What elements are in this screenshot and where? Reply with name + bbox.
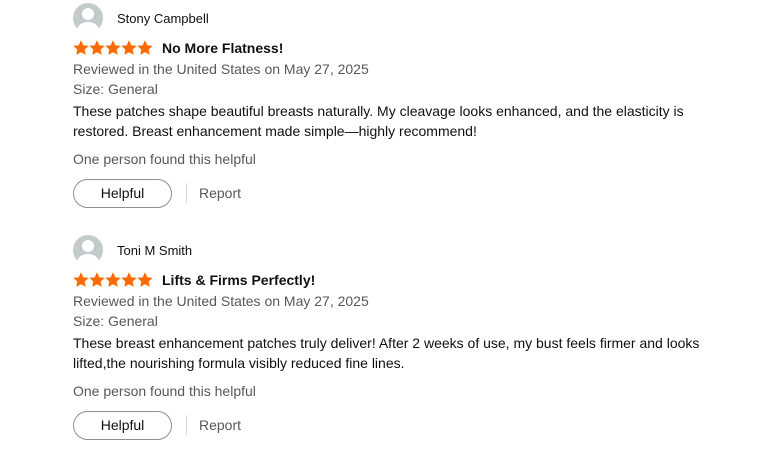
star-icon xyxy=(121,40,137,55)
star-icon xyxy=(89,40,105,55)
review-title-row: No More Flatness! xyxy=(73,39,763,57)
user-avatar-icon xyxy=(73,235,103,265)
star-icon xyxy=(137,272,153,287)
reviewer-profile[interactable]: Stony Campbell xyxy=(73,3,763,33)
star-icon xyxy=(105,272,121,287)
star-icon xyxy=(121,272,137,287)
review-date: Reviewed in the United States on May 27,… xyxy=(73,61,369,77)
star-icon xyxy=(137,40,153,55)
star-icon xyxy=(73,272,89,287)
report-link[interactable]: Report xyxy=(199,417,241,433)
review-item: Toni M Smith Lifts & Firms Perfectly! Re… xyxy=(73,235,763,441)
action-divider xyxy=(186,183,187,203)
star-icon xyxy=(89,272,105,287)
star-icon xyxy=(105,40,121,55)
action-divider xyxy=(186,415,187,435)
review-body: These patches shape beautiful breasts na… xyxy=(73,103,684,139)
review-title-row: Lifts & Firms Perfectly! xyxy=(73,271,763,289)
helpful-button[interactable]: Helpful xyxy=(73,178,172,208)
reviewer-profile[interactable]: Toni M Smith xyxy=(73,235,763,265)
star-rating[interactable] xyxy=(73,40,153,56)
review-title[interactable]: No More Flatness! xyxy=(162,40,283,56)
star-icon xyxy=(73,40,89,55)
helpful-count: One person found this helpful xyxy=(73,151,256,167)
product-variant: Size: General xyxy=(73,313,158,329)
reviewer-name[interactable]: Stony Campbell xyxy=(117,11,209,26)
helpful-button[interactable]: Helpful xyxy=(73,410,172,440)
review-actions: Helpful Report xyxy=(73,177,763,209)
reviewer-name[interactable]: Toni M Smith xyxy=(117,243,192,258)
review-title[interactable]: Lifts & Firms Perfectly! xyxy=(162,272,315,288)
report-link[interactable]: Report xyxy=(199,185,241,201)
product-variant: Size: General xyxy=(73,81,158,97)
review-date: Reviewed in the United States on May 27,… xyxy=(73,293,369,309)
review-actions: Helpful Report xyxy=(73,409,763,441)
review-body: These breast enhancement patches truly d… xyxy=(73,335,700,371)
review-item: Stony Campbell No More Flatness! Reviewe… xyxy=(73,3,763,209)
helpful-count: One person found this helpful xyxy=(73,383,256,399)
star-rating[interactable] xyxy=(73,272,153,288)
user-avatar-icon xyxy=(73,3,103,33)
